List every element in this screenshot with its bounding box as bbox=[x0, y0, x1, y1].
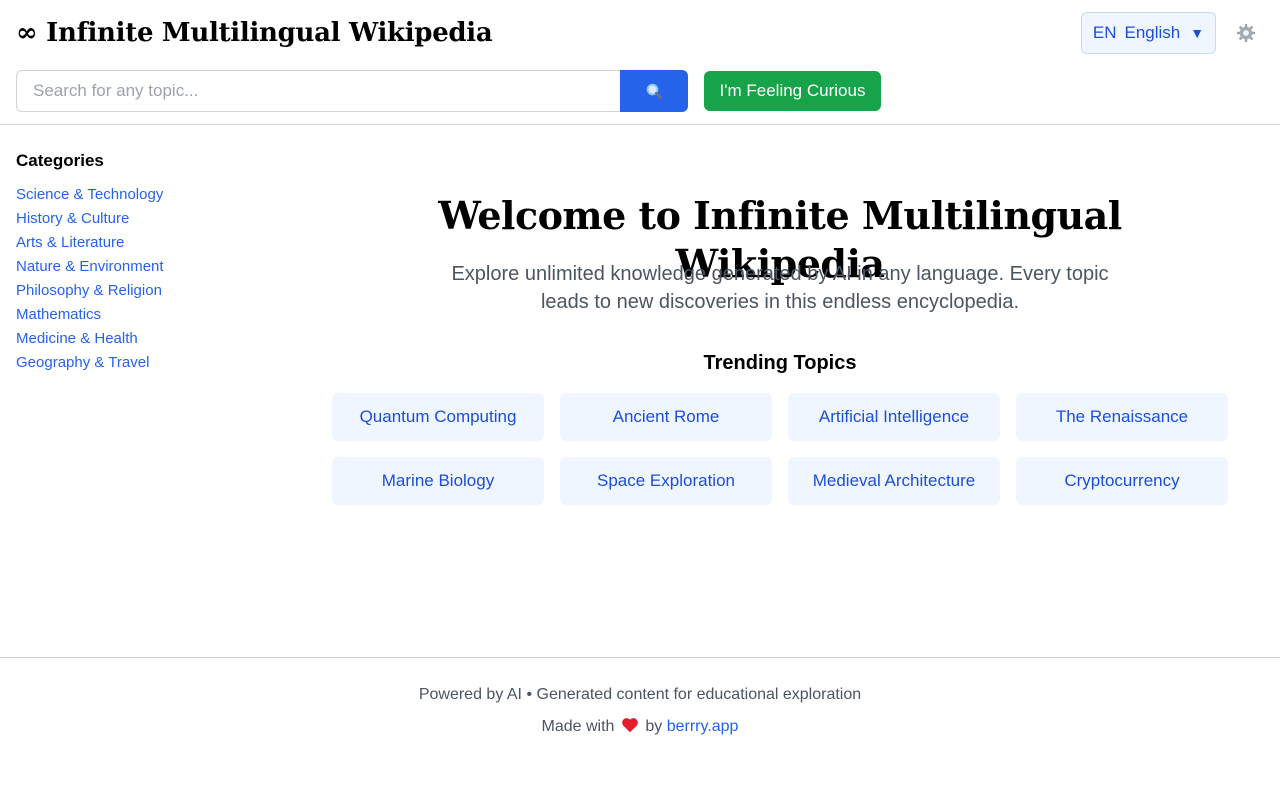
trending-topics-heading: Trending Topics bbox=[703, 352, 857, 374]
topic-button-quantum-computing[interactable]: Quantum Computing bbox=[332, 393, 544, 441]
site-footer: Powered by AI • Generated content for ed… bbox=[0, 657, 1280, 800]
category-link-arts-literature[interactable]: Arts & Literature bbox=[16, 234, 124, 251]
search-button[interactable] bbox=[620, 70, 688, 112]
topic-button-marine-biology[interactable]: Marine Biology bbox=[332, 457, 544, 505]
search-input[interactable] bbox=[16, 70, 622, 112]
list-item: Medicine & Health bbox=[16, 328, 164, 352]
list-item: Nature & Environment bbox=[16, 256, 164, 280]
category-link-science-technology[interactable]: Science & Technology bbox=[16, 186, 163, 203]
berrry-app-link[interactable]: berrry.app bbox=[667, 718, 739, 735]
footer-made-with-text: Made with bbox=[541, 718, 615, 735]
intro-text: Explore unlimited knowledge generated by… bbox=[451, 263, 1109, 313]
list-item: Geography & Travel bbox=[16, 352, 164, 376]
category-link-mathematics[interactable]: Mathematics bbox=[16, 306, 101, 323]
topic-button-the-renaissance[interactable]: The Renaissance bbox=[1016, 393, 1228, 441]
categories-list: Science & Technology History & Culture A… bbox=[16, 184, 164, 376]
list-item: Philosophy & Religion bbox=[16, 280, 164, 304]
topic-button-medieval-architecture[interactable]: Medieval Architecture bbox=[788, 457, 1000, 505]
site-title[interactable]: ∞ Infinite Multilingual Wikipedia bbox=[16, 16, 493, 50]
infinity-logo-icon: ∞ bbox=[16, 18, 38, 48]
language-code: EN bbox=[1092, 23, 1117, 42]
category-link-philosophy-religion[interactable]: Philosophy & Religion bbox=[16, 282, 162, 299]
category-link-geography-travel[interactable]: Geography & Travel bbox=[16, 354, 149, 371]
list-item: History & Culture bbox=[16, 208, 164, 232]
site-header: ∞ Infinite Multilingual Wikipedia EN Eng… bbox=[0, 0, 1280, 125]
heart-icon bbox=[622, 718, 638, 733]
search-icon bbox=[646, 83, 663, 100]
topic-button-cryptocurrency[interactable]: Cryptocurrency bbox=[1016, 457, 1228, 505]
gear-icon bbox=[1236, 23, 1256, 43]
language-selector[interactable]: EN English ▼ bbox=[1081, 12, 1216, 54]
chevron-down-icon: ▼ bbox=[1190, 25, 1205, 41]
topic-button-ancient-rome[interactable]: Ancient Rome bbox=[560, 393, 772, 441]
footer-by-text: by bbox=[645, 718, 663, 735]
category-link-medicine-health[interactable]: Medicine & Health bbox=[16, 330, 138, 347]
list-item: Arts & Literature bbox=[16, 232, 164, 256]
footer-made-with: Made with by berrry.app bbox=[0, 716, 1280, 738]
language-name: English bbox=[1124, 23, 1181, 42]
list-item: Science & Technology bbox=[16, 184, 164, 208]
list-item: Mathematics bbox=[16, 304, 164, 328]
footer-powered-by: Powered by AI • Generated content for ed… bbox=[418, 686, 862, 703]
topic-button-artificial-intelligence[interactable]: Artificial Intelligence bbox=[788, 393, 1000, 441]
category-link-history-culture[interactable]: History & Culture bbox=[16, 210, 129, 227]
topic-button-space-exploration[interactable]: Space Exploration bbox=[560, 457, 772, 505]
feeling-curious-button[interactable]: I'm Feeling Curious bbox=[704, 71, 881, 111]
categories-heading: Categories bbox=[16, 151, 104, 170]
settings-button[interactable] bbox=[1233, 20, 1259, 46]
site-title-text: Infinite Multilingual Wikipedia bbox=[46, 18, 493, 48]
trending-topics-grid: Quantum Computing Ancient Rome Artificia… bbox=[332, 393, 1228, 505]
category-link-nature-environment[interactable]: Nature & Environment bbox=[16, 258, 164, 275]
